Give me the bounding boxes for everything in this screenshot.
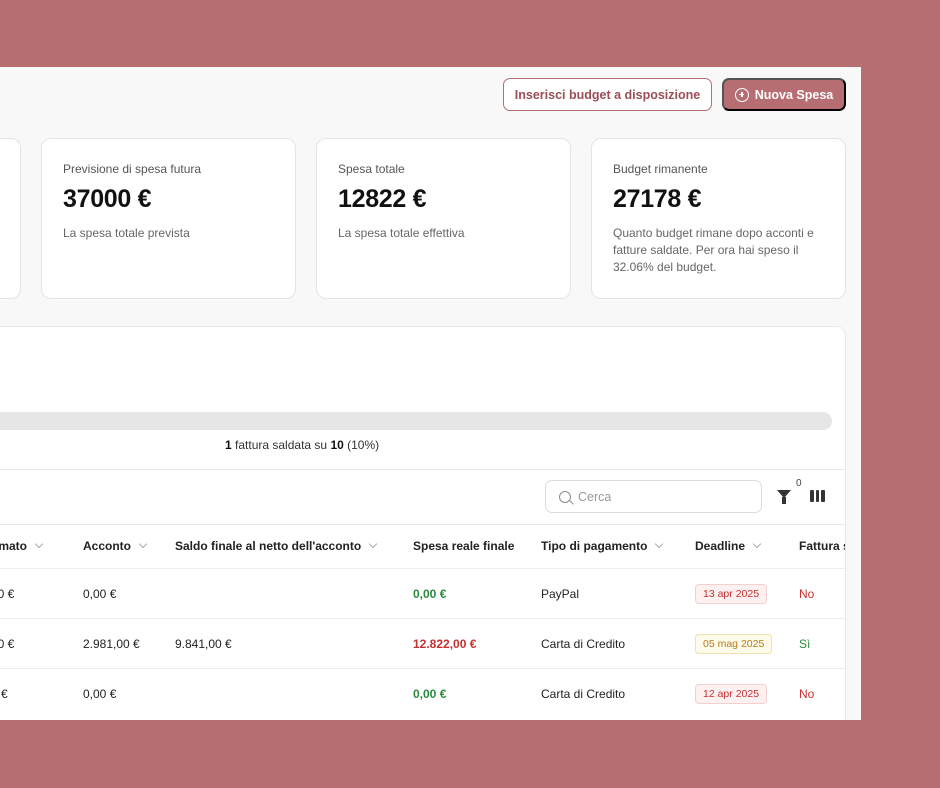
- filter-icon[interactable]: [777, 490, 791, 504]
- new-expense-button[interactable]: Nuova Spesa: [722, 78, 846, 111]
- table-row[interactable]: 00 € 2.981,00 € 9.841,00 € 12.822,00 € C…: [0, 618, 845, 669]
- deadline-badge: 05 mag 2025: [695, 634, 773, 654]
- columns-icon[interactable]: [810, 490, 826, 502]
- cell-payment-type: PayPal: [541, 587, 580, 601]
- remaining-budget-card: Budget rimanente 27178 € Quanto budget r…: [591, 138, 846, 299]
- col-header-real-spend[interactable]: Spesa reale finale: [413, 524, 514, 568]
- table-row[interactable]: 00 € 0,00 € 0,00 € PayPal 13 apr 2025 No: [0, 568, 845, 619]
- plus-circle-icon: [734, 87, 749, 102]
- cell-deposit: 0,00 €: [83, 587, 117, 601]
- cell-estimated: 00 €: [0, 637, 15, 651]
- progress-percent: (10%): [347, 438, 380, 452]
- cell-estimated: 00 €: [0, 587, 15, 601]
- forecast-desc: La spesa totale prevista: [63, 226, 190, 240]
- cell-invoice-status: Sì: [799, 637, 811, 651]
- cell-deadline: 12 apr 2025: [695, 669, 768, 719]
- remaining-budget-desc: Quanto budget rimane dopo acconti e fatt…: [613, 226, 814, 274]
- deadline-badge: 13 apr 2025: [695, 584, 768, 604]
- cell-deadline: 05 mag 2025: [695, 619, 773, 669]
- search-placeholder: Cerca: [578, 489, 612, 504]
- progress-middle-text: fattura saldata su: [235, 438, 328, 452]
- new-expense-label: Nuova Spesa: [754, 87, 834, 102]
- cell-invoice-status: No: [799, 587, 815, 601]
- chevron-down-icon: [655, 539, 664, 549]
- divider: [0, 469, 845, 470]
- invoice-progress-bar: [0, 412, 832, 430]
- remaining-budget-label: Budget rimanente: [613, 162, 708, 176]
- cell-deposit: 2.981,00 €: [83, 637, 140, 651]
- cell-real-spend: 0,00 €: [413, 687, 447, 701]
- expenses-panel: 1 fattura saldata su 10 (10%) Cerca 0 ti…: [0, 326, 846, 720]
- chevron-down-icon: [138, 539, 148, 549]
- chevron-down-icon: [368, 539, 378, 549]
- col-header-deadline[interactable]: Deadline: [695, 524, 762, 568]
- total-count: 10: [330, 438, 344, 452]
- forecast-label: Previsione di spesa futura: [63, 162, 202, 176]
- insert-budget-button[interactable]: Inserisci budget a disposizione: [503, 78, 712, 111]
- total-spend-label: Spesa totale: [338, 162, 405, 176]
- chevron-down-icon: [752, 539, 762, 549]
- invoice-progress-text: 1 fattura saldata su 10 (10%): [225, 438, 379, 452]
- col-header-invoice[interactable]: Fattura s: [799, 524, 845, 568]
- search-input[interactable]: Cerca: [545, 480, 762, 513]
- cell-payment-type: Carta di Credito: [541, 687, 626, 701]
- search-icon: [559, 490, 571, 503]
- cell-invoice-status: No: [799, 687, 815, 701]
- filter-count-badge: 0: [796, 478, 802, 489]
- total-spend-desc: La spesa totale effettiva: [338, 226, 465, 240]
- remaining-budget-value: 27178 €: [613, 185, 702, 213]
- cell-payment-type: Carta di Credito: [541, 637, 626, 651]
- cell-estimated: 0 €: [0, 687, 8, 701]
- forecast-card: Previsione di spesa futura 37000 € La sp…: [41, 138, 296, 299]
- col-header-estimated[interactable]: timato: [0, 524, 44, 568]
- forecast-value: 37000 €: [63, 185, 152, 213]
- col-header-deposit[interactable]: Acconto: [83, 524, 148, 568]
- cell-real-spend: 0,00 €: [413, 587, 447, 601]
- col-header-final-balance[interactable]: Saldo finale al netto dell'acconto: [175, 524, 378, 568]
- total-spend-card: Spesa totale 12822 € La spesa totale eff…: [316, 138, 571, 299]
- cell-deadline: 13 apr 2025: [695, 569, 768, 619]
- cell-deposit: 0,00 €: [83, 687, 117, 701]
- deadline-badge: 12 apr 2025: [695, 684, 768, 704]
- table-header: timato Acconto Saldo finale al netto del…: [0, 524, 845, 568]
- summary-card-partial: [0, 138, 21, 299]
- cell-final-balance: 9.841,00 €: [175, 637, 232, 651]
- paid-count: 1: [225, 438, 232, 452]
- chevron-down-icon: [34, 539, 44, 549]
- cell-real-spend: 12.822,00 €: [413, 637, 477, 651]
- total-spend-value: 12822 €: [338, 185, 427, 213]
- table-row[interactable]: 0 € 0,00 € 0,00 € Carta di Credito 12 ap…: [0, 668, 845, 719]
- app-window: Inserisci budget a disposizione Nuova Sp…: [0, 67, 861, 720]
- col-header-payment-type[interactable]: Tipo di pagamento: [541, 524, 664, 568]
